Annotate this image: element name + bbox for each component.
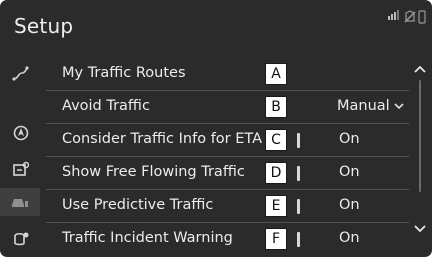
scroll-up-icon[interactable] [413, 64, 427, 74]
route-icon[interactable] [10, 64, 32, 82]
callout-label: E [265, 195, 287, 217]
callout-label: A [265, 63, 287, 85]
navigation-icon[interactable] [10, 124, 32, 142]
row-label: Consider Traffic Info for ETA [62, 131, 263, 147]
no-connection-icon [404, 10, 416, 23]
row-label: Avoid Traffic [62, 98, 150, 114]
scroll-track[interactable] [419, 80, 421, 192]
settings-icon[interactable] [10, 230, 32, 248]
page-title: Setup [14, 14, 74, 38]
row-value: On [339, 230, 360, 246]
list-item[interactable]: Traffic Incident Warning F On [46, 223, 409, 255]
callout-label: F [265, 228, 287, 250]
list-item[interactable]: Avoid Traffic B Manual [46, 91, 409, 124]
map-setting-icon[interactable] [10, 160, 32, 178]
traffic-icon[interactable] [0, 188, 40, 216]
row-value: Manual [337, 98, 404, 114]
row-label: My Traffic Routes [62, 65, 186, 81]
list-item[interactable]: Use Predictive Traffic E On [46, 190, 409, 223]
toggle-indicator [297, 232, 300, 247]
row-label: Use Predictive Traffic [62, 197, 214, 213]
list-item[interactable]: Show Free Flowing Traffic D On [46, 157, 409, 190]
row-label: Show Free Flowing Traffic [62, 164, 245, 180]
list-item[interactable]: Consider Traffic Info for ETA C On [46, 124, 409, 157]
scrollbar[interactable] [413, 60, 427, 256]
phone-icon [418, 10, 426, 24]
row-value: On [339, 164, 360, 180]
setup-screen: Setup My Traffic Routes A Avoid Traffic … [0, 0, 432, 257]
chevron-down-icon [394, 102, 404, 109]
toggle-indicator [297, 133, 300, 148]
settings-list: My Traffic Routes A Avoid Traffic B Manu… [46, 58, 409, 255]
list-item[interactable]: My Traffic Routes A [46, 58, 409, 91]
scroll-down-icon[interactable] [413, 224, 427, 234]
signal-icon [388, 10, 399, 20]
callout-label: C [265, 129, 287, 151]
callout-label: D [265, 162, 287, 184]
row-value: On [339, 131, 360, 147]
sidebar [0, 58, 40, 257]
status-bar [388, 10, 426, 24]
toggle-indicator [297, 166, 300, 181]
row-label: Traffic Incident Warning [62, 230, 233, 246]
callout-label: B [265, 96, 287, 118]
avoid-traffic-value: Manual [337, 98, 390, 114]
row-value: On [339, 197, 360, 213]
toggle-indicator [297, 199, 300, 214]
